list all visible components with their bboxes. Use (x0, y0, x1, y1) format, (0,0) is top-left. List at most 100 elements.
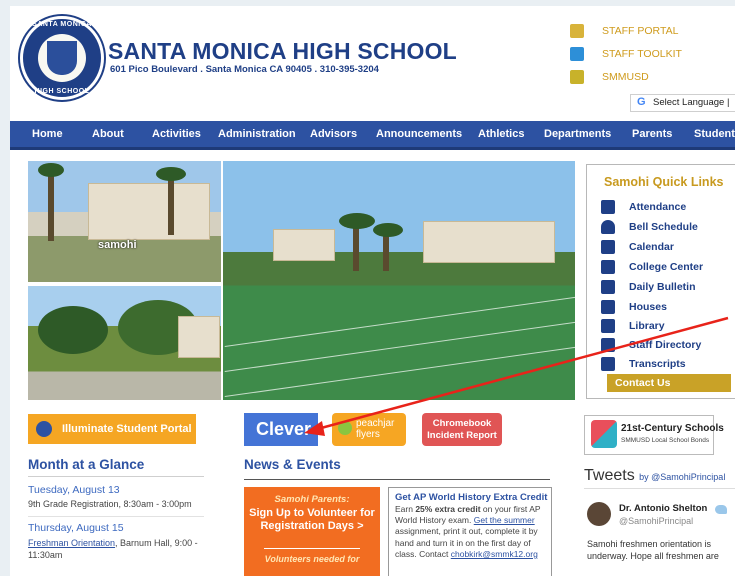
news-title[interactable]: Get AP World History Extra Credit (395, 492, 547, 503)
nav-athletics[interactable]: Athletics (478, 121, 524, 147)
schools-title: 21st-Century Schools (621, 423, 724, 434)
palm-tree (168, 175, 174, 235)
event-text: Freshman Orientation, Barnum Hall, 9:00 … (28, 538, 198, 548)
quick-link-library[interactable]: Library (601, 318, 735, 336)
field-line (224, 295, 575, 348)
palm-crown (373, 223, 403, 237)
palm-tree (383, 231, 389, 271)
21st-century-schools-badge[interactable]: 21st-Century Schools SMMUSD Local School… (584, 415, 724, 455)
nav-administration[interactable]: Administration (218, 121, 296, 147)
event-text: 9th Grade Registration, 8:30am - 3:00pm (28, 499, 192, 509)
clever-button[interactable]: Clever (244, 413, 318, 446)
nav-home[interactable]: Home (32, 121, 63, 147)
field-line (224, 320, 575, 373)
nav-activities[interactable]: Activities (152, 121, 201, 147)
promo-line2: Sign Up to Volunteer for Registration Da… (249, 507, 375, 532)
palm-crown (339, 213, 375, 229)
staff-toolkit-link[interactable]: STAFF TOOLKIT (570, 47, 735, 63)
event-date: Tuesday, August 13 (28, 484, 120, 496)
staff-portal-label: STAFF PORTAL (602, 25, 679, 37)
nav-departments[interactable]: Departments (544, 121, 611, 147)
quick-link-attendance[interactable]: Attendance (601, 199, 735, 217)
transcript-icon (601, 357, 615, 371)
palm-crown (38, 163, 64, 177)
palm-crown (156, 167, 186, 181)
chromebook-incident-button[interactable]: Chromebook Incident Report (422, 413, 502, 446)
nav-about[interactable]: About (92, 121, 124, 147)
illuminate-portal-button[interactable]: Illuminate Student Portal (28, 414, 196, 444)
promo-divider (264, 548, 360, 549)
promo-line1: Samohi Parents: (274, 494, 350, 505)
quick-link-staff-directory[interactable]: Staff Directory (601, 337, 735, 355)
illuminate-label: Illuminate Student Portal (62, 423, 192, 435)
google-g-icon: G (637, 96, 646, 108)
library-icon (601, 319, 615, 333)
quick-link-label: Attendance (629, 201, 687, 213)
contact-us-button[interactable]: Contact Us (607, 374, 731, 392)
quick-link-label: Library (629, 320, 665, 332)
page: SANTA MONICA HIGH SCHOOL SANTA MONICA HI… (10, 6, 735, 576)
nav-advisors[interactable]: Advisors (310, 121, 357, 147)
samohi-sign: samohi (98, 239, 137, 251)
building (273, 229, 335, 261)
field-line (224, 345, 575, 398)
event-text-continued: 11:30am (28, 550, 63, 560)
summer-assignment-link[interactable]: Get the summer (474, 515, 535, 525)
peachjar-button[interactable]: peachjar flyers (332, 413, 406, 446)
portal-icon (570, 24, 584, 38)
staff-portal-link[interactable]: STAFF PORTAL (570, 24, 735, 40)
nav-parents[interactable]: Parents (632, 121, 672, 147)
quick-link-label: Staff Directory (629, 339, 702, 351)
news-bold: 25% extra credit (415, 504, 481, 514)
tweet-author-name[interactable]: Dr. Antonio Shelton (619, 503, 707, 514)
quick-link-label: Daily Bulletin (629, 281, 696, 293)
tweets-title: Tweets (584, 467, 635, 484)
avatar[interactable] (587, 502, 611, 526)
smmusd-link[interactable]: SMMUSD (570, 70, 735, 86)
quick-link-college-center[interactable]: College Center (601, 259, 735, 277)
peachjar-icon (338, 421, 352, 435)
email-link[interactable]: chobkirk@smmk12.org (451, 549, 538, 559)
campus-photo-trees (28, 286, 221, 400)
bell-icon (601, 220, 615, 234)
quick-link-daily-bulletin[interactable]: Daily Bulletin (601, 279, 735, 297)
tweet-author-handle[interactable]: @SamohiPrincipal (619, 516, 693, 526)
house-icon (601, 300, 615, 314)
quick-link-bell-schedule[interactable]: Bell Schedule (601, 219, 735, 237)
nav-announcements[interactable]: Announcements (376, 121, 462, 147)
volunteer-promo-banner[interactable]: Samohi Parents: Sign Up to Volunteer for… (244, 487, 380, 576)
campus-photo-sign: samohi (28, 161, 221, 282)
quick-links-panel: Samohi Quick Links Attendance Bell Sched… (586, 164, 735, 399)
newspaper-icon (601, 280, 615, 294)
main-nav: Home About Activities Administration Adv… (10, 121, 735, 147)
quick-link-label: Bell Schedule (629, 221, 698, 233)
contact-us-label: Contact Us (615, 377, 671, 389)
quick-link-calendar[interactable]: Calendar (601, 239, 735, 257)
tweets-by[interactable]: by @SamohiPrincipal (639, 472, 725, 482)
divider (584, 488, 735, 489)
seal-shield (47, 41, 77, 75)
calendar-icon (601, 240, 615, 254)
staff-toolkit-label: STAFF TOOLKIT (602, 48, 682, 60)
event-text-rest: , Barnum Hall, 9:00 - (115, 538, 198, 548)
nav-student[interactable]: Student (694, 121, 735, 147)
school-seal-logo[interactable]: SANTA MONICA HIGH SCHOOL (20, 16, 104, 100)
building (423, 221, 555, 263)
divider (244, 479, 550, 480)
ap-world-history-news: Get AP World History Extra Credit Earn 2… (388, 487, 552, 576)
palm-tree (48, 171, 54, 241)
news-text: Earn (395, 504, 416, 514)
quick-link-houses[interactable]: Houses (601, 299, 735, 317)
district-icon (570, 70, 584, 84)
language-select[interactable]: G Select Language | (630, 94, 735, 112)
news-body: Earn 25% extra credit on your first AP W… (395, 504, 549, 560)
quick-link-label: College Center (629, 261, 704, 273)
building (88, 183, 210, 240)
freshman-orientation-link[interactable]: Freshman Orientation (28, 538, 115, 548)
quick-link-transcripts[interactable]: Transcripts (601, 356, 735, 374)
school-address: 601 Pico Boulevard . Santa Monica CA 904… (110, 64, 379, 75)
school-name[interactable]: SANTA MONICA HIGH SCHOOL (108, 38, 457, 65)
campus-photo-field (223, 161, 575, 400)
header: SANTA MONICA HIGH SCHOOL SANTA MONICA HI… (10, 6, 735, 116)
event-divider (28, 516, 204, 517)
